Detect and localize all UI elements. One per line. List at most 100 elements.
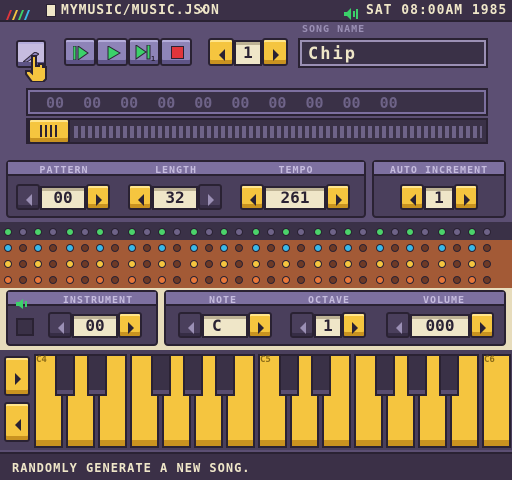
- song-number-field[interactable]: 1: [234, 40, 262, 66]
- sequencer-step[interactable]: [391, 260, 399, 268]
- sequencer-step[interactable]: [4, 276, 12, 284]
- octave-next-button[interactable]: [342, 312, 366, 338]
- song-prev-button[interactable]: [208, 38, 234, 66]
- piano-black-key[interactable]: [279, 354, 299, 396]
- stop-button[interactable]: [160, 38, 192, 66]
- instrument-color-swatch[interactable]: [16, 318, 34, 336]
- sequencer-step[interactable]: [34, 228, 42, 236]
- step-cell[interactable]: 00: [343, 94, 361, 112]
- sequencer-step[interactable]: [4, 244, 12, 252]
- sequencer-step[interactable]: [267, 228, 275, 236]
- octave-up-button[interactable]: [4, 356, 30, 396]
- step-cell[interactable]: 00: [268, 94, 286, 112]
- length-prev-button[interactable]: [128, 184, 152, 210]
- sequencer-step[interactable]: [96, 276, 104, 284]
- piano-black-key[interactable]: [151, 354, 171, 396]
- note-field[interactable]: C: [202, 314, 248, 338]
- play-button[interactable]: [96, 38, 128, 66]
- piano-black-key[interactable]: [439, 354, 459, 396]
- sequencer-step[interactable]: [158, 228, 166, 236]
- pattern-field[interactable]: 00: [40, 186, 86, 210]
- sequencer-step[interactable]: [376, 244, 384, 252]
- sequencer-step[interactable]: [220, 244, 228, 252]
- piano-black-key[interactable]: [183, 354, 203, 396]
- sequencer-step[interactable]: [252, 228, 260, 236]
- sequencer-step[interactable]: [19, 228, 27, 236]
- song-next-button[interactable]: [262, 38, 288, 66]
- sequencer-step[interactable]: [4, 260, 12, 268]
- sequencer-step[interactable]: [173, 260, 181, 268]
- sequencer-step[interactable]: [252, 260, 260, 268]
- sequencer-step[interactable]: [453, 228, 461, 236]
- sequencer-step[interactable]: [421, 228, 429, 236]
- instrument-next-button[interactable]: [118, 312, 142, 338]
- sequencer-step[interactable]: [468, 244, 476, 252]
- sequencer-step[interactable]: [282, 276, 290, 284]
- sequencer-step[interactable]: [297, 276, 305, 284]
- sequencer-step[interactable]: [314, 244, 322, 252]
- sequencer-step[interactable]: [438, 244, 446, 252]
- sequencer-step[interactable]: [128, 228, 136, 236]
- auto-increment-field[interactable]: 1: [424, 186, 454, 210]
- piano-black-key[interactable]: [311, 354, 331, 396]
- sequencer-grid[interactable]: [0, 222, 512, 288]
- tempo-field[interactable]: 261: [264, 186, 326, 210]
- auto-prev-button[interactable]: [400, 184, 424, 210]
- step-cell[interactable]: 00: [380, 94, 398, 112]
- sequencer-step[interactable]: [66, 244, 74, 252]
- sequencer-step[interactable]: [297, 228, 305, 236]
- piano-white-key[interactable]: [482, 354, 511, 448]
- sequencer-step[interactable]: [220, 260, 228, 268]
- sequencer-step[interactable]: [282, 260, 290, 268]
- step-cell[interactable]: 00: [157, 94, 175, 112]
- sequencer-step[interactable]: [235, 244, 243, 252]
- sequencer-step[interactable]: [468, 260, 476, 268]
- volume-prev-button[interactable]: [386, 312, 410, 338]
- song-name-input[interactable]: Chip: [298, 38, 488, 68]
- sequencer-step[interactable]: [376, 276, 384, 284]
- sequencer-step[interactable]: [81, 276, 89, 284]
- sequencer-step[interactable]: [468, 228, 476, 236]
- sequencer-step[interactable]: [267, 276, 275, 284]
- sequencer-step[interactable]: [453, 244, 461, 252]
- sequencer-step[interactable]: [96, 244, 104, 252]
- sequencer-step[interactable]: [391, 244, 399, 252]
- scrollbar-thumb[interactable]: [28, 118, 70, 144]
- piano-black-key[interactable]: [55, 354, 75, 396]
- length-field[interactable]: 32: [152, 186, 198, 210]
- sequencer-step[interactable]: [235, 276, 243, 284]
- sequencer-step[interactable]: [297, 244, 305, 252]
- sequencer-step[interactable]: [406, 260, 414, 268]
- piano-black-key[interactable]: [87, 354, 107, 396]
- sequencer-step[interactable]: [190, 228, 198, 236]
- sequencer-step[interactable]: [19, 276, 27, 284]
- play-step-button[interactable]: 1: [128, 38, 160, 66]
- sequencer-step[interactable]: [359, 260, 367, 268]
- sequencer-step[interactable]: [252, 276, 260, 284]
- sequencer-step[interactable]: [235, 228, 243, 236]
- file-modified-mark[interactable]: ×: [199, 3, 208, 18]
- sequencer-step[interactable]: [344, 244, 352, 252]
- sequencer-step[interactable]: [34, 276, 42, 284]
- sequencer-step[interactable]: [421, 260, 429, 268]
- sequencer-step[interactable]: [96, 228, 104, 236]
- step-cell[interactable]: 00: [46, 94, 64, 112]
- sequencer-step[interactable]: [205, 276, 213, 284]
- step-cell[interactable]: 00: [305, 94, 323, 112]
- speaker-icon[interactable]: [344, 5, 358, 20]
- sequencer-step[interactable]: [329, 260, 337, 268]
- sequencer-step[interactable]: [406, 276, 414, 284]
- sequencer-step[interactable]: [19, 244, 27, 252]
- sequencer-step[interactable]: [158, 244, 166, 252]
- note-prev-button[interactable]: [178, 312, 202, 338]
- sequencer-step[interactable]: [190, 260, 198, 268]
- sequencer-step[interactable]: [173, 228, 181, 236]
- sequencer-row-1[interactable]: [0, 224, 512, 240]
- sequencer-step[interactable]: [359, 228, 367, 236]
- instrument-speaker-icon[interactable]: [16, 294, 30, 313]
- note-next-button[interactable]: [248, 312, 272, 338]
- sequencer-step[interactable]: [391, 276, 399, 284]
- auto-next-button[interactable]: [454, 184, 478, 210]
- sequencer-step[interactable]: [34, 260, 42, 268]
- sequencer-step[interactable]: [252, 244, 260, 252]
